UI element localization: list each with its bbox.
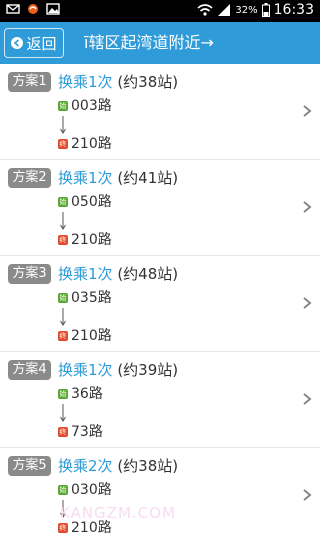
end-route: 210路 xyxy=(71,232,112,248)
status-right-icons: 32% 16:33 xyxy=(197,2,314,18)
plan-badge: 方案1 xyxy=(8,72,51,92)
start-route: 035路 xyxy=(71,290,112,306)
end-route: 210路 xyxy=(71,136,112,152)
back-arrow-icon xyxy=(11,37,24,49)
start-route: 050路 xyxy=(71,194,112,210)
plan-item[interactable]: 方案1 换乘1次 (约38站) 始 003路 终 210路 xyxy=(0,64,320,160)
header-bar: 返回 ī辖区起湾道附近→ xyxy=(0,22,320,64)
stop-count: (约38站) xyxy=(117,73,179,91)
transfer-info: 换乘1次 (约48站) xyxy=(58,264,178,284)
end-tag: 终 xyxy=(58,331,68,341)
start-route-row: 始 003路 xyxy=(58,97,112,115)
down-arrow-icon xyxy=(60,116,66,134)
plan-item[interactable]: 方案2 换乘1次 (约41站) 始 050路 终 210路 xyxy=(0,160,320,256)
plan-badge: 方案5 xyxy=(8,456,51,476)
down-arrow-icon xyxy=(60,308,66,326)
email-icon xyxy=(6,4,20,14)
plan-item[interactable]: 方案5 换乘2次 (约38站) 始 030路 终 210路 xyxy=(0,448,320,544)
transfer-info: 换乘1次 (约39站) xyxy=(58,360,178,380)
start-route-row: 始 030路 xyxy=(58,481,112,499)
end-route-row: 终 210路 xyxy=(58,327,112,345)
start-route-row: 始 36路 xyxy=(58,385,103,403)
end-tag: 终 xyxy=(58,235,68,245)
end-route: 210路 xyxy=(71,328,112,344)
end-route-row: 终 210路 xyxy=(58,231,112,249)
transfer-label: 换乘1次 xyxy=(58,169,113,187)
end-tag: 终 xyxy=(58,523,68,533)
start-tag: 始 xyxy=(58,197,68,207)
start-route: 003路 xyxy=(71,98,112,114)
app-logo-icon xyxy=(28,4,38,14)
start-route: 36路 xyxy=(71,386,103,402)
plan-badge: 方案3 xyxy=(8,264,51,284)
plan-list: 方案1 换乘1次 (约38站) 始 003路 终 210路 方案2 换乘1次 (… xyxy=(0,64,320,544)
transfer-label: 换乘1次 xyxy=(58,73,113,91)
chevron-right-icon xyxy=(303,393,312,405)
battery-icon xyxy=(261,3,270,17)
plan-badge: 方案4 xyxy=(8,360,51,380)
status-left-icons xyxy=(6,3,60,15)
end-tag: 终 xyxy=(58,139,68,149)
end-tag: 终 xyxy=(58,427,68,437)
chevron-right-icon xyxy=(303,105,312,117)
start-route-row: 始 035路 xyxy=(58,289,112,307)
signal-icon xyxy=(218,4,231,16)
battery-percent: 32% xyxy=(235,4,258,16)
transfer-info: 换乘2次 (约38站) xyxy=(58,456,178,476)
down-arrow-icon xyxy=(60,404,66,422)
end-route-row: 终 73路 xyxy=(58,423,103,441)
image-icon xyxy=(46,3,60,15)
transfer-label: 换乘1次 xyxy=(58,361,113,379)
end-route-row: 终 210路 xyxy=(58,135,112,153)
transfer-info: 换乘1次 (约41站) xyxy=(58,168,178,188)
status-bar: 32% 16:33 xyxy=(0,0,320,22)
transfer-info: 换乘1次 (约38站) xyxy=(58,72,178,92)
chevron-right-icon xyxy=(303,297,312,309)
start-tag: 始 xyxy=(58,389,68,399)
plan-item[interactable]: 方案4 换乘1次 (约39站) 始 36路 终 73路 xyxy=(0,352,320,448)
plan-item[interactable]: 方案3 换乘1次 (约48站) 始 035路 终 210路 xyxy=(0,256,320,352)
stop-count: (约48站) xyxy=(117,265,179,283)
start-tag: 始 xyxy=(58,485,68,495)
back-button[interactable]: 返回 xyxy=(4,28,64,58)
back-label: 返回 xyxy=(26,34,57,53)
stop-count: (约39站) xyxy=(117,361,179,379)
chevron-right-icon xyxy=(303,201,312,213)
wifi-icon xyxy=(197,4,213,16)
stop-count: (约38站) xyxy=(117,457,179,475)
start-tag: 始 xyxy=(58,101,68,111)
page-title: ī辖区起湾道附近→ xyxy=(84,33,214,52)
chevron-right-icon xyxy=(303,489,312,501)
transfer-label: 换乘2次 xyxy=(58,457,113,475)
start-route: 030路 xyxy=(71,482,112,498)
down-arrow-icon xyxy=(60,212,66,230)
watermark: KANGZM.COM xyxy=(60,504,176,522)
stop-count: (约41站) xyxy=(117,169,179,187)
start-route-row: 始 050路 xyxy=(58,193,112,211)
end-route: 73路 xyxy=(71,424,103,440)
clock: 16:33 xyxy=(273,2,314,18)
transfer-label: 换乘1次 xyxy=(58,265,113,283)
start-tag: 始 xyxy=(58,293,68,303)
plan-badge: 方案2 xyxy=(8,168,51,188)
